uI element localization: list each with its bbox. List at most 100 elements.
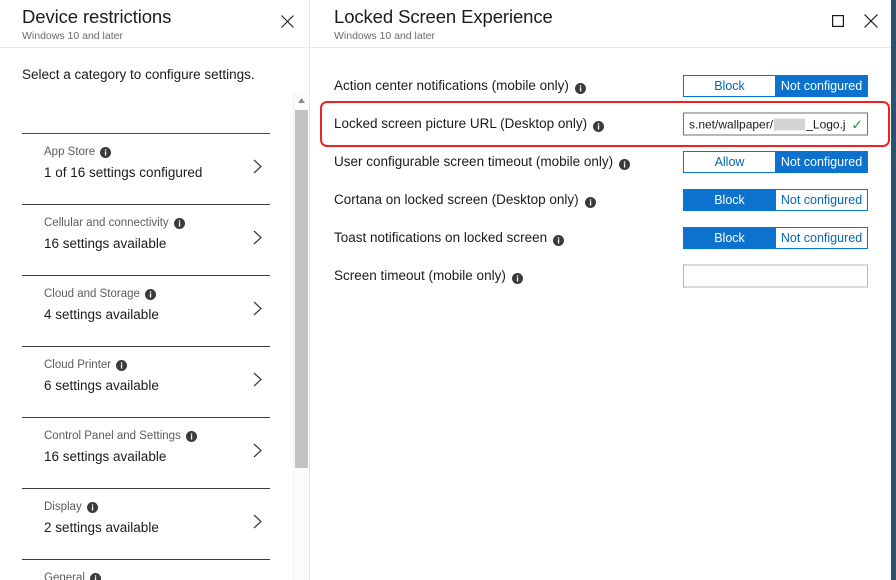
toggle-option[interactable]: Not configured <box>775 75 868 97</box>
url-input-value: s.net/wallpaper/ _Logo.j <box>689 117 848 131</box>
setting-label-text: Cortana on locked screen (Desktop only) <box>334 192 579 207</box>
setting-label-text: Locked screen picture URL (Desktop only) <box>334 116 588 131</box>
setting-label: Screen timeout (mobile only) <box>334 267 523 285</box>
url-suffix: _Logo.j <box>806 117 846 131</box>
toggle-option[interactable]: Block <box>683 189 775 211</box>
close-button[interactable] <box>854 5 887 36</box>
info-icon[interactable] <box>144 289 156 300</box>
toggle-option[interactable]: Not configured <box>775 227 868 249</box>
setting-label: Toast notifications on locked screen <box>334 229 565 247</box>
close-button[interactable] <box>271 6 303 36</box>
sidebar-item-label: Cellular and connectivity <box>44 217 169 229</box>
chevron-right-icon <box>253 301 262 321</box>
setting-label: Locked screen picture URL (Desktop only) <box>334 115 605 133</box>
close-icon <box>280 14 294 28</box>
info-icon[interactable] <box>173 218 185 229</box>
setting-row: Screen timeout (mobile only) <box>311 257 891 295</box>
sidebar-item-label: Cloud and Storage <box>44 288 140 300</box>
sidebar-item-label: Display <box>44 501 82 513</box>
panel-title: Locked Screen Experience <box>334 6 553 27</box>
toggle-option[interactable]: Not configured <box>775 151 868 173</box>
info-icon[interactable] <box>593 119 605 132</box>
sidebar-item[interactable]: Display 2 settings available <box>22 489 270 560</box>
sidebar-item-status: 4 settings available <box>44 307 159 322</box>
window-controls <box>821 5 887 36</box>
redaction-block <box>774 118 806 130</box>
info-icon[interactable] <box>89 573 101 580</box>
setting-label-text: Toast notifications on locked screen <box>334 230 548 245</box>
sidebar-item[interactable]: Cloud and Storage 4 settings available <box>22 276 270 347</box>
sidebar-item-name: Cloud Printer <box>44 358 270 373</box>
chevron-up-icon <box>298 98 305 103</box>
setting-row: User configurable screen timeout (mobile… <box>311 143 891 181</box>
sidebar-item-status: 16 settings available <box>44 449 167 464</box>
sidebar-item-label: Cloud Printer <box>44 359 112 371</box>
sidebar-item[interactable]: Control Panel and Settings 16 settings av… <box>22 418 270 489</box>
chevron-right-icon <box>253 443 262 463</box>
sidebar-item-name: Display <box>44 500 270 515</box>
setting-label: Action center notifications (mobile only… <box>334 77 586 95</box>
info-icon[interactable] <box>574 81 586 94</box>
left-panel-body: Select a category to configure settings.… <box>0 48 309 580</box>
sidebar-item-status: 6 settings available <box>44 378 159 393</box>
setting-row: Cortana on locked screen (Desktop only) B… <box>311 181 891 219</box>
sidebar-item[interactable]: App Store 1 of 16 settings configured <box>22 134 270 205</box>
toggle-group: Block Not configured <box>683 75 868 97</box>
toggle-group: Allow Not configured <box>683 151 868 173</box>
sidebar-item[interactable]: Cloud Printer 6 settings available <box>22 347 270 418</box>
chevron-right-icon <box>253 159 262 179</box>
right-panel-header: Locked Screen Experience Windows 10 and … <box>311 0 891 48</box>
info-icon[interactable] <box>584 195 596 208</box>
chevron-right-icon <box>253 230 262 250</box>
sidebar-item-status: 1 of 16 settings configured <box>44 165 203 180</box>
info-icon[interactable] <box>116 360 128 371</box>
scroll-up-button[interactable] <box>294 92 309 109</box>
sidebar-item[interactable]: Cellular and connectivity 16 settings ava… <box>22 205 270 276</box>
setting-row: Locked screen picture URL (Desktop only)… <box>311 105 891 143</box>
check-icon: ✓ <box>851 116 863 132</box>
intro-text: Select a category to configure settings. <box>22 67 255 82</box>
locked-screen-experience-panel: Locked Screen Experience Windows 10 and … <box>311 0 891 580</box>
sidebar-item[interactable]: General25 settings available <box>22 560 270 580</box>
sidebar-item-label: App Store <box>44 146 96 158</box>
scrollbar-thumb[interactable] <box>295 110 308 468</box>
info-icon[interactable] <box>185 431 197 442</box>
category-list: App Store 1 of 16 settings configured Cell… <box>0 134 288 580</box>
sidebar-item-status: 2 settings available <box>44 520 159 535</box>
url-input[interactable]: s.net/wallpaper/ _Logo.j ✓ <box>683 112 868 136</box>
sidebar-item-status: 16 settings available <box>44 236 167 251</box>
setting-label-text: Screen timeout (mobile only) <box>334 268 506 283</box>
toggle-option[interactable]: Block <box>683 75 775 97</box>
toggle-option[interactable]: Block <box>683 227 775 249</box>
sidebar-item-name: App Store <box>44 145 270 160</box>
setting-label-text: Action center notifications (mobile only… <box>334 78 569 93</box>
screen-timeout-input[interactable] <box>683 264 868 288</box>
sidebar-item-name: Control Panel and Settings <box>44 429 270 444</box>
toggle-option[interactable]: Allow <box>683 151 775 173</box>
setting-label: User configurable screen timeout (mobile… <box>334 153 631 171</box>
panel-subtitle: Windows 10 and later <box>334 30 435 42</box>
sidebar-scrollbar[interactable] <box>293 92 308 580</box>
chevron-right-icon <box>253 372 262 392</box>
info-icon[interactable] <box>100 147 112 158</box>
close-icon <box>863 13 878 28</box>
info-icon[interactable] <box>511 271 523 284</box>
setting-row: Toast notifications on locked screen Bloc… <box>311 219 891 257</box>
info-icon[interactable] <box>619 157 631 170</box>
sidebar-item-label: General <box>44 572 85 580</box>
device-restrictions-panel: Device restrictions Windows 10 and later… <box>0 0 310 580</box>
settings-list: Action center notifications (mobile only… <box>311 48 891 295</box>
info-icon[interactable] <box>86 502 98 513</box>
chevron-right-icon <box>253 514 262 534</box>
page-title: Device restrictions <box>22 6 172 27</box>
info-icon[interactable] <box>553 233 565 246</box>
toggle-group: Block Not configured <box>683 227 868 249</box>
setting-label: Cortana on locked screen (Desktop only) <box>334 191 596 209</box>
sidebar-item-name: General <box>44 571 270 580</box>
maximize-icon <box>831 14 844 27</box>
sidebar-item-name: Cellular and connectivity <box>44 216 270 231</box>
right-edge-accent <box>891 0 896 580</box>
application-window: Device restrictions Windows 10 and later… <box>0 0 896 580</box>
maximize-button[interactable] <box>821 5 854 36</box>
toggle-option[interactable]: Not configured <box>775 189 868 211</box>
